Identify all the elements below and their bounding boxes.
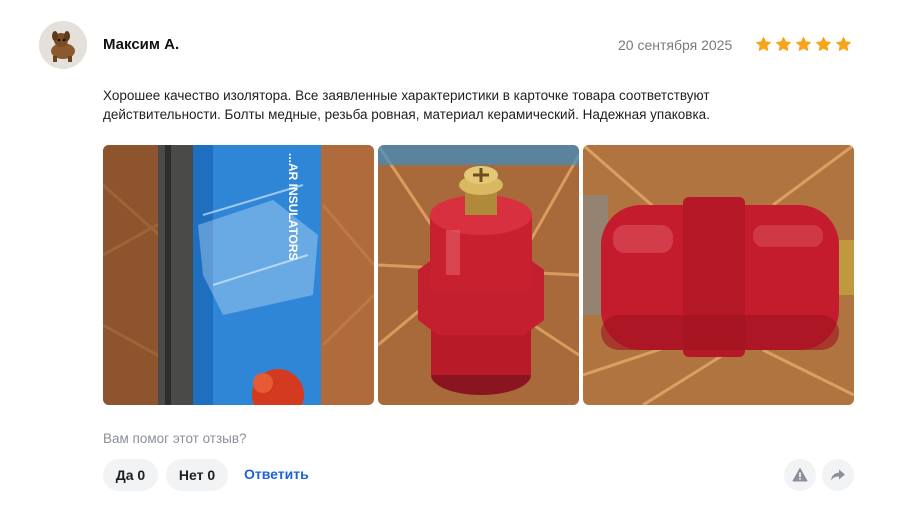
helpful-question: Вам помог этот отзыв? xyxy=(103,431,247,446)
photo-box-label: ...AR INSULATORS xyxy=(286,153,300,261)
review-photo-2[interactable] xyxy=(378,145,579,405)
rating-stars xyxy=(755,36,852,53)
reply-link[interactable]: Ответить xyxy=(244,466,309,482)
photo-insulator-side-image xyxy=(583,145,854,405)
vote-yes-count: 0 xyxy=(137,467,146,483)
vote-no-button[interactable]: Нет 0 xyxy=(166,459,228,491)
warning-icon xyxy=(792,468,808,482)
review-photo-3[interactable] xyxy=(583,145,854,405)
star-icon xyxy=(756,37,771,51)
review-author: Максим А. xyxy=(103,36,180,53)
vote-no-label: Нет xyxy=(178,467,204,483)
review-date: 20 сентября 2025 xyxy=(618,37,733,53)
share-arrow-icon xyxy=(831,469,845,481)
avatar-image xyxy=(39,21,87,69)
review-card: Максим А. 20 сентября 2025 Хорошее качес… xyxy=(0,0,911,516)
photo-box-image: ...AR INSULATORS xyxy=(103,145,374,405)
review-text: Хорошее качество изолятора. Все заявленн… xyxy=(103,88,710,122)
review-photo-1[interactable]: ...AR INSULATORS xyxy=(103,145,374,405)
vote-yes-label: Да xyxy=(115,467,134,483)
star-icon xyxy=(816,37,831,51)
star-icon xyxy=(796,37,811,51)
vote-yes-button[interactable]: Да 0 xyxy=(103,459,158,491)
report-button[interactable] xyxy=(784,459,816,491)
vote-no-count: 0 xyxy=(207,467,216,483)
photo-insulator-bolt-image xyxy=(378,145,579,405)
share-button[interactable] xyxy=(822,459,854,491)
avatar[interactable] xyxy=(39,21,87,69)
star-icon xyxy=(776,37,791,51)
star-icon xyxy=(836,37,851,51)
